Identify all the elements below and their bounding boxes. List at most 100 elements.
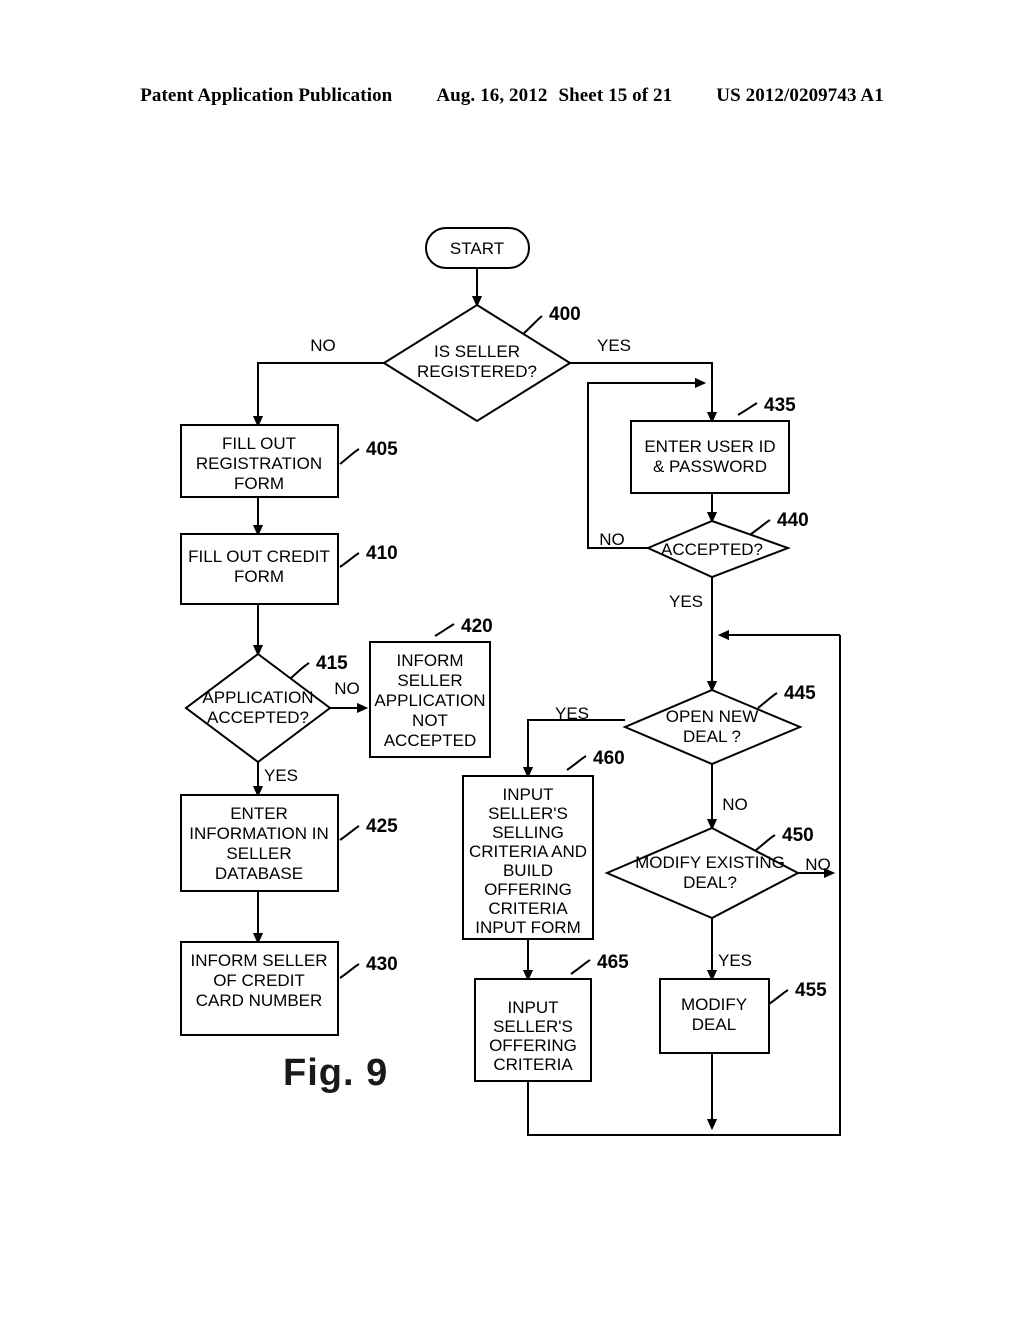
node-425-enter-information-in-seller-database: ENTER INFORMATION IN SELLER DATABASE 425	[180, 794, 398, 892]
process-460-label-line-6: OFFERING	[484, 880, 572, 899]
process-430-label-line-3: CARD NUMBER	[196, 991, 323, 1010]
process-410-label-line-1: FILL OUT CREDIT	[188, 547, 330, 566]
process-435-label-line-1: ENTER USER ID	[644, 437, 775, 456]
process-465-label-line-2: SELLER'S	[493, 1017, 573, 1036]
leader-430	[339, 963, 360, 979]
decision-400-label-line-1: IS SELLER	[434, 342, 520, 361]
decision-440-label-line-1: ACCEPTED?	[661, 540, 763, 559]
node-455-modify-deal: MODIFY DEAL 455	[659, 978, 827, 1054]
process-405-label-line-3: FORM	[234, 474, 284, 493]
branch-label-450-yes: YES	[718, 951, 752, 970]
ref-number-465: 465	[597, 952, 629, 973]
node-460-input-sellers-selling-criteria: INPUT SELLER'S SELLING CRITERIA AND BUIL…	[462, 748, 625, 940]
leader-405	[339, 448, 360, 465]
branch-label-440-no: NO	[599, 530, 625, 549]
start-terminal-label: START	[450, 239, 504, 258]
leader-445	[757, 692, 778, 709]
ref-number-440: 440	[777, 510, 809, 531]
process-405-label-line-1: FILL OUT	[222, 434, 296, 453]
process-465-label-line-3: OFFERING	[489, 1036, 577, 1055]
ref-number-445: 445	[784, 683, 816, 704]
process-460-label-line-7: CRITERIA	[488, 899, 568, 918]
ref-number-430: 430	[366, 954, 398, 975]
ref-number-400: 400	[549, 304, 581, 325]
branch-label-445-yes: YES	[555, 704, 589, 723]
process-410-label-line-2: FORM	[234, 567, 284, 586]
node-435-enter-user-id-and-password: ENTER USER ID & PASSWORD 435	[630, 395, 796, 494]
ref-number-450: 450	[782, 825, 814, 846]
process-405-label-line-2: REGISTRATION	[196, 454, 322, 473]
process-420-label-line-1: INFORM	[396, 651, 463, 670]
process-430-label-line-2: OF CREDIT	[213, 971, 305, 990]
node-420-inform-seller-application-not-accepted: INFORM SELLER APPLICATION NOT ACCEPTED 4…	[369, 616, 493, 758]
process-460-label-line-1: INPUT	[503, 785, 554, 804]
ref-number-410: 410	[366, 543, 398, 564]
process-455-label-line-1: MODIFY	[681, 995, 747, 1014]
edge-400-no-to-405	[258, 362, 384, 425]
ref-number-425: 425	[366, 816, 398, 837]
figure-caption: Fig. 9	[283, 1052, 389, 1094]
branch-label-445-no: NO	[722, 795, 748, 814]
patent-drawing-page: Patent Application Publication Aug. 16, …	[0, 0, 1024, 1320]
branch-label-400-yes: YES	[597, 336, 631, 355]
node-410-fill-out-credit-form: FILL OUT CREDIT FORM 410	[180, 533, 398, 605]
ref-number-435: 435	[764, 395, 796, 416]
decision-450-label-line-2: DEAL?	[683, 873, 737, 892]
process-460-label-line-5: BUILD	[503, 861, 553, 880]
process-465-label-line-4: CRITERIA	[493, 1055, 573, 1074]
process-420-label-line-4: NOT	[412, 711, 448, 730]
node-440-accepted: ACCEPTED? 440 NO YES	[599, 510, 808, 611]
leader-415	[290, 662, 310, 679]
edge-465-to-bottom-bus	[527, 1081, 712, 1136]
decision-415-label-line-2: ACCEPTED?	[207, 708, 309, 727]
leader-440	[750, 519, 771, 535]
branch-label-400-no: NO	[310, 336, 336, 355]
process-425-label-line-3: SELLER	[226, 844, 291, 863]
ref-number-405: 405	[366, 439, 398, 460]
process-425-label-line-2: INFORMATION IN	[189, 824, 328, 843]
branch-label-450-no: NO	[805, 855, 831, 874]
leader-450	[755, 834, 776, 851]
process-430-label-line-1: INFORM SELLER	[191, 951, 328, 970]
decision-445-label-line-2: DEAL ?	[683, 727, 741, 746]
decision-400-label-line-2: REGISTERED?	[417, 362, 537, 381]
leader-400	[522, 315, 543, 335]
process-460-label-line-8: INPUT FORM	[475, 918, 580, 937]
process-465-label-line-1: INPUT	[508, 998, 559, 1017]
leader-455	[768, 989, 789, 1005]
leader-460	[566, 755, 587, 771]
decision-450-label-line-1: MODIFY EXISTING	[635, 853, 785, 872]
flowchart-svg: START IS SELLER REGISTERED? 400 NO YES F…	[180, 227, 841, 1136]
process-425-label-line-4: DATABASE	[215, 864, 303, 883]
process-460-label-line-4: CRITERIA AND	[469, 842, 587, 861]
node-450-modify-existing-deal: MODIFY EXISTING DEAL? 450 NO YES	[604, 825, 831, 970]
node-405-fill-out-registration-form: FILL OUT REGISTRATION FORM 405	[180, 424, 398, 498]
leader-465	[570, 959, 591, 975]
ref-number-415: 415	[316, 653, 348, 674]
leader-420	[434, 623, 455, 637]
ref-number-420: 420	[461, 616, 493, 637]
branch-label-415-no: NO	[334, 679, 360, 698]
process-455-label-line-2: DEAL	[692, 1015, 736, 1034]
leader-435	[737, 402, 758, 416]
leader-410	[339, 552, 360, 568]
process-425-label-line-1: ENTER	[230, 804, 288, 823]
process-420-label-line-3: APPLICATION	[374, 691, 485, 710]
decision-415-label-line-1: APPLICATION	[202, 688, 313, 707]
branch-label-415-yes: YES	[264, 766, 298, 785]
decision-445-label-line-1: OPEN NEW	[666, 707, 759, 726]
ref-number-455: 455	[795, 980, 827, 1001]
process-435-label-line-2: & PASSWORD	[653, 457, 767, 476]
node-415-application-accepted: APPLICATION ACCEPTED? 415 NO YES	[184, 652, 360, 785]
leader-425	[339, 825, 360, 841]
process-420-label-line-2: SELLER	[397, 671, 462, 690]
node-465-input-sellers-offering-criteria: INPUT SELLER'S OFFERING CRITERIA 465	[474, 952, 629, 1082]
ref-number-460: 460	[593, 748, 625, 769]
process-460-label-line-2: SELLER'S	[488, 804, 568, 823]
node-start: START	[425, 227, 530, 269]
process-460-label-line-3: SELLING	[492, 823, 564, 842]
process-420-label-line-5: ACCEPTED	[384, 731, 477, 750]
edge-400-yes-to-435	[570, 362, 712, 421]
node-430-inform-seller-of-credit-card-number: INFORM SELLER OF CREDIT CARD NUMBER 430	[180, 941, 398, 1036]
branch-label-440-yes: YES	[669, 592, 703, 611]
